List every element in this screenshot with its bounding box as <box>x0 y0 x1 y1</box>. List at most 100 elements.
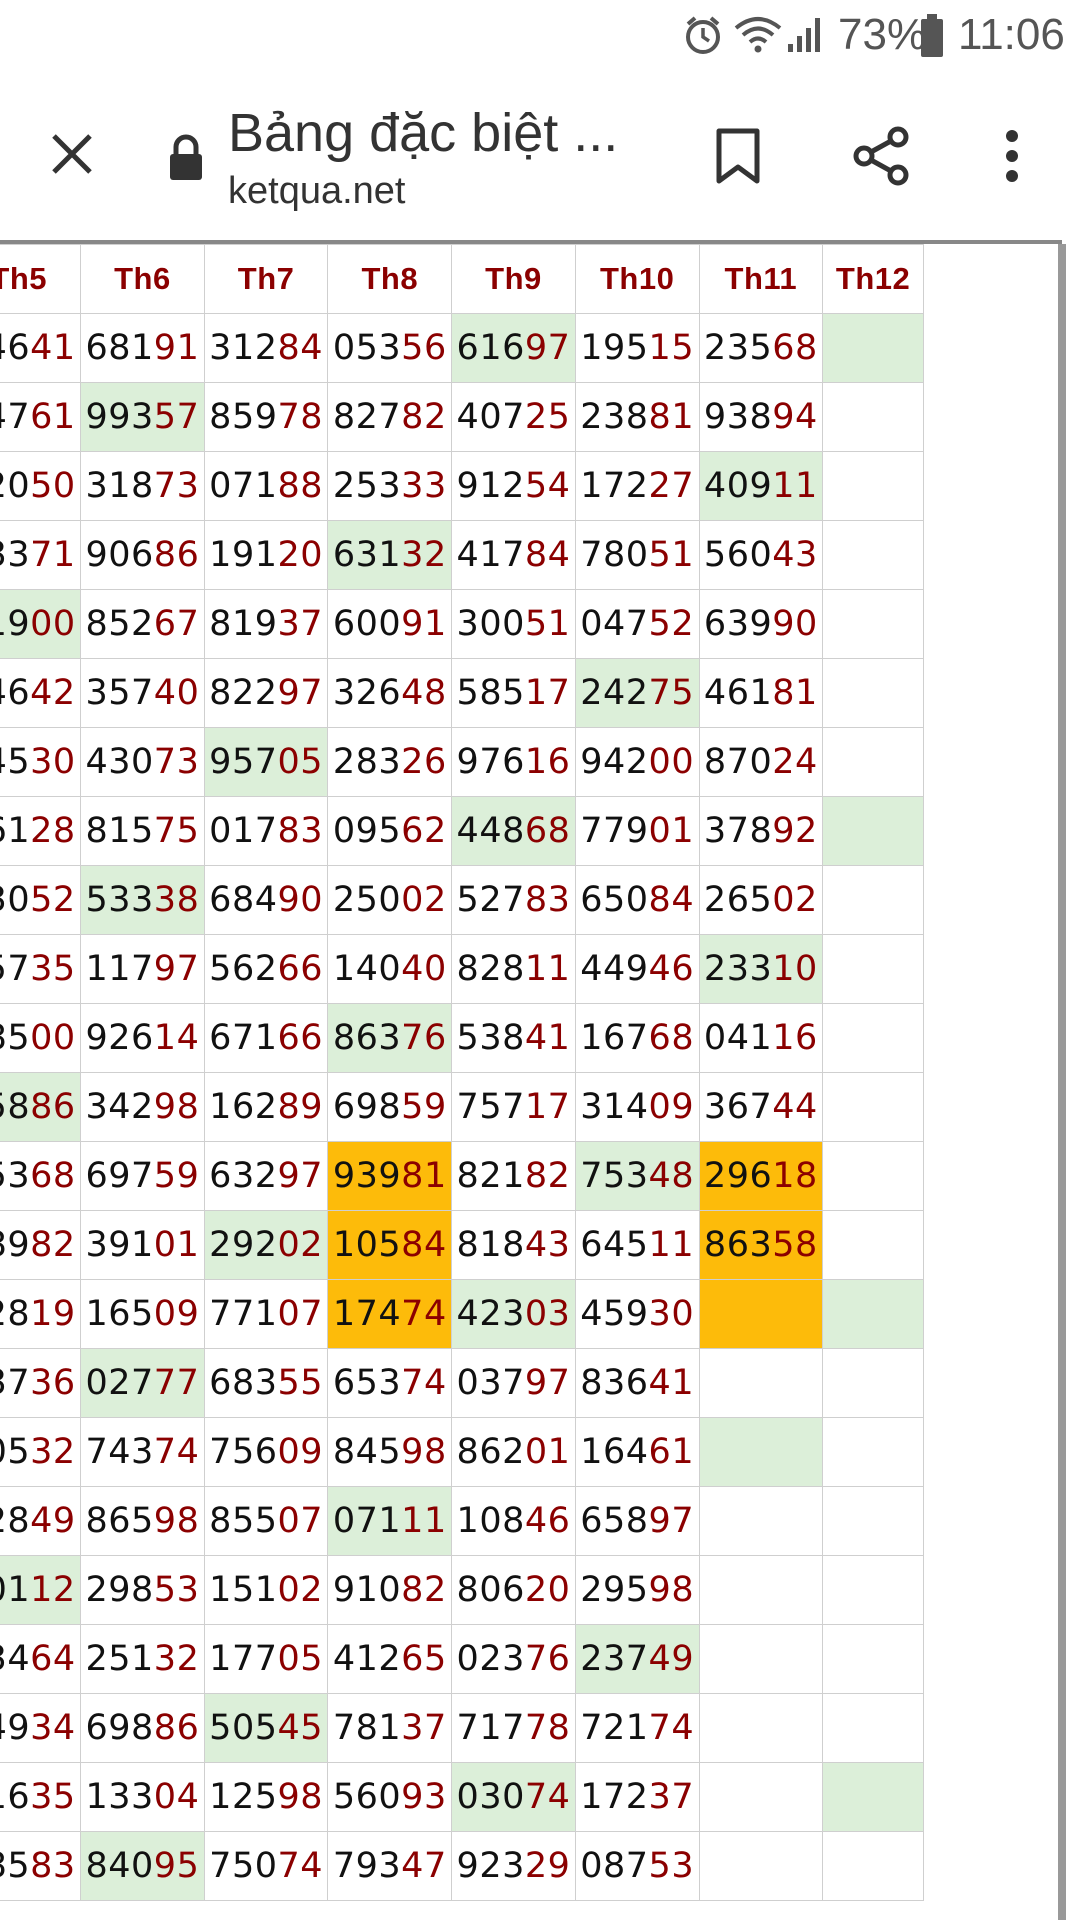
number-prefix: 942 <box>580 742 649 782</box>
alarm-icon <box>682 14 724 61</box>
number-last-two-digits: 11 <box>524 949 571 989</box>
number-prefix: 314 <box>580 1087 649 1127</box>
number-cell: 04752 <box>574 589 700 659</box>
number-prefix: 167 <box>580 1018 649 1058</box>
number-cell <box>822 1624 924 1694</box>
table-row: 21900852678193760091300510475263990 <box>0 589 924 659</box>
number-cell: 69886 <box>80 1693 205 1763</box>
number-cell <box>822 865 924 935</box>
number-cell: 84095 <box>80 1831 205 1901</box>
number-last-two-digits: 17 <box>524 1087 571 1127</box>
number-last-two-digits: 41 <box>524 1018 571 1058</box>
number-cell: 16768 <box>574 1003 700 1073</box>
number-cell: 04116 <box>698 1003 824 1073</box>
number-cell: 44642 <box>0 658 82 728</box>
number-prefix: 721 <box>580 1708 649 1748</box>
table-row: 201122985315102910828062029598 <box>0 1555 924 1625</box>
number-cell: 81937 <box>203 589 329 659</box>
scroll-edge <box>1058 244 1066 1920</box>
more-vert-icon <box>1004 128 1020 189</box>
number-prefix: 298 <box>85 1570 154 1610</box>
number-last-two-digits: 35 <box>30 949 76 989</box>
number-prefix: 923 <box>456 1846 525 1886</box>
number-prefix: 757 <box>456 1087 525 1127</box>
number-last-two-digits: 83 <box>30 1846 76 1886</box>
number-last-two-digits: 98 <box>277 1777 324 1817</box>
number-prefix: 417 <box>456 535 525 575</box>
number-cell: 56093 <box>327 1762 453 1832</box>
number-last-two-digits: 19 <box>30 1294 76 1334</box>
number-prefix: 296 <box>703 1156 773 1196</box>
number-cell: 03797 <box>451 1348 576 1418</box>
number-prefix: 865 <box>85 1501 154 1541</box>
wifi-icon <box>732 14 784 61</box>
number-prefix: 558 <box>0 1087 31 1127</box>
number-prefix: 326 <box>332 673 402 713</box>
number-cell: 77901 <box>574 796 700 866</box>
number-cell: 55886 <box>0 1072 82 1142</box>
number-cell: 69859 <box>327 1072 453 1142</box>
number-prefix: 449 <box>580 949 649 989</box>
number-prefix: 195 <box>580 328 649 368</box>
number-last-two-digits: 20 <box>277 535 324 575</box>
number-cell: 52783 <box>451 865 576 935</box>
number-last-two-digits: 81 <box>648 397 695 437</box>
number-cell: 12050 <box>0 451 82 521</box>
table-row: 228191650977107174744230345930 <box>0 1279 924 1349</box>
number-last-two-digits: 97 <box>277 1156 324 1196</box>
number-last-two-digits: 30 <box>648 1294 695 1334</box>
close-button[interactable] <box>36 120 108 192</box>
number-last-two-digits: 49 <box>648 1639 695 1679</box>
number-cell <box>822 1141 924 1211</box>
close-icon <box>48 130 96 183</box>
number-last-two-digits: 43 <box>524 1225 571 1265</box>
number-cell: 36744 <box>698 1072 824 1142</box>
number-last-two-digits: 02 <box>772 880 818 920</box>
number-last-two-digits: 14 <box>153 1018 200 1058</box>
number-prefix: 870 <box>703 742 773 782</box>
number-cell: 03074 <box>451 1762 576 1832</box>
number-last-two-digits: 37 <box>401 1708 447 1748</box>
number-prefix: 342 <box>85 1087 154 1127</box>
bookmark-button[interactable] <box>700 120 776 196</box>
number-prefix: 631 <box>332 535 402 575</box>
number-cell: 75074 <box>203 1831 329 1901</box>
number-prefix: 859 <box>209 397 278 437</box>
number-last-two-digits: 34 <box>30 1708 76 1748</box>
number-cell: 91082 <box>327 1555 453 1625</box>
number-last-two-digits: 83 <box>277 811 324 851</box>
number-last-two-digits: 61 <box>648 1432 695 1472</box>
number-cell: 29202 <box>203 1210 329 1280</box>
number-last-two-digits: 45 <box>277 1708 324 1748</box>
number-prefix: 698 <box>85 1708 154 1748</box>
number-prefix: 985 <box>0 1846 31 1886</box>
page-title[interactable]: Bảng đặc biệt ... <box>228 102 618 164</box>
number-last-two-digits: 49 <box>30 1501 76 1541</box>
number-prefix: 845 <box>332 1432 402 1472</box>
number-cell: 98583 <box>0 1831 82 1901</box>
page-domain[interactable]: ketqua.net <box>228 170 405 213</box>
number-cell: 82811 <box>451 934 576 1004</box>
table-row: 73052533386849025002527836508426502 <box>0 865 924 935</box>
number-last-two-digits: 74 <box>401 1294 447 1334</box>
number-last-two-digits: 02 <box>277 1225 324 1265</box>
number-prefix: 947 <box>0 397 31 437</box>
number-cell: 02376 <box>451 1624 576 1694</box>
number-last-two-digits: 01 <box>153 1225 200 1265</box>
number-last-two-digits: 53 <box>153 1570 200 1610</box>
number-prefix: 177 <box>209 1639 278 1679</box>
number-last-two-digits: 74 <box>648 1708 695 1748</box>
column-header-th6: Th6 <box>80 244 205 314</box>
results-table-container[interactable]: Th4Th5Th6Th7Th8Th9Th10Th11Th123464168191… <box>0 244 1058 1920</box>
share-button[interactable] <box>842 118 922 198</box>
more-options-button[interactable] <box>990 118 1034 198</box>
number-cell: 63371 <box>0 520 82 590</box>
number-last-two-digits: 97 <box>153 949 200 989</box>
number-last-two-digits: 07 <box>277 1294 324 1334</box>
number-prefix: 265 <box>703 880 773 920</box>
number-prefix: 633 <box>0 535 31 575</box>
number-prefix: 027 <box>85 1363 154 1403</box>
number-prefix: 133 <box>85 1777 154 1817</box>
number-cell: 53841 <box>451 1003 576 1073</box>
table-row: 38982391012920210584818436451186358 <box>0 1210 924 1280</box>
